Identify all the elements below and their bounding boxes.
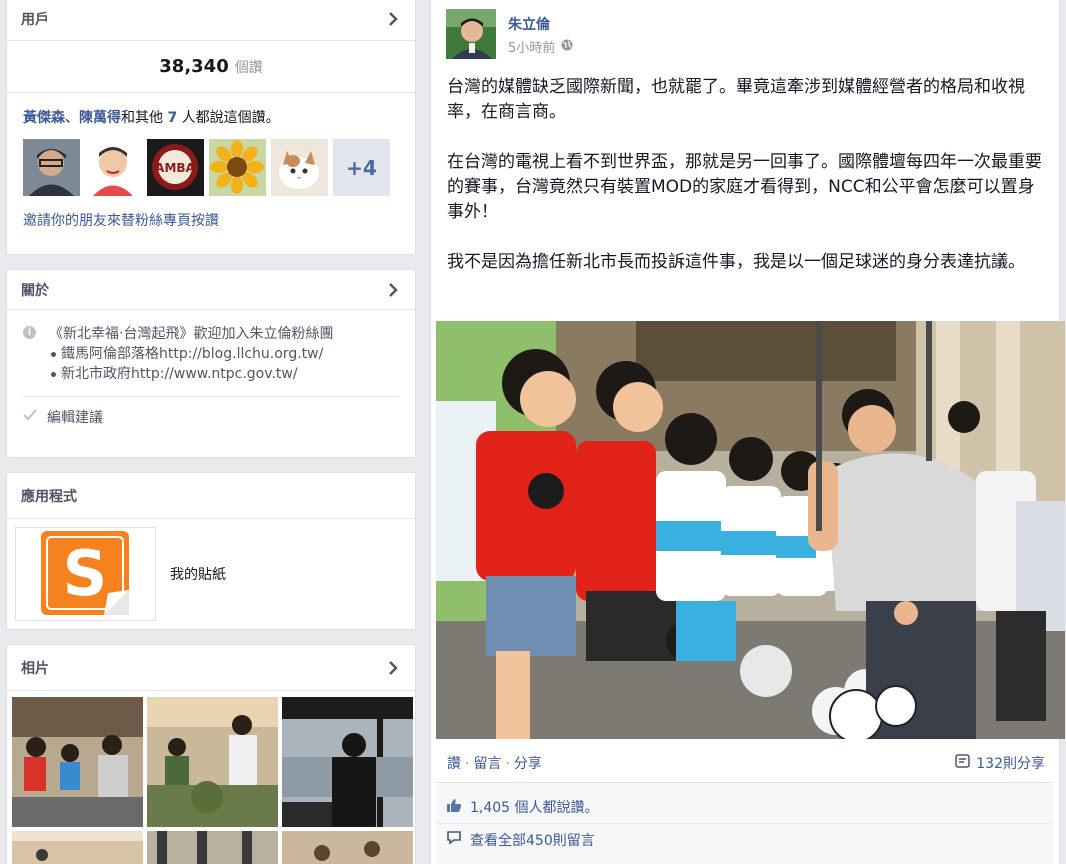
- friend-avatar[interactable]: [85, 139, 142, 196]
- blog-link[interactable]: 鐵馬阿倫部落格http://blog.llchu.org.tw/: [49, 344, 399, 364]
- sticker-app-icon[interactable]: S: [15, 527, 156, 621]
- edit-suggestion-button[interactable]: 編輯建議: [7, 397, 415, 427]
- likes-summary[interactable]: 1,405 個人都說讚。: [470, 797, 599, 817]
- friend-avatar[interactable]: [271, 139, 328, 196]
- friends-like-sentence: 黃傑森、陳萬得和其他 7 人都說這個讚。: [7, 93, 415, 127]
- invite-friends-link[interactable]: 邀請你的朋友來替粉絲專頁按讚: [7, 196, 415, 230]
- others-count-link[interactable]: 7: [167, 110, 177, 126]
- svg-text:S: S: [62, 537, 107, 610]
- feedback-area: 1,405 個人都說讚。 查看全部450則留言: [436, 782, 1053, 864]
- likes-card-header[interactable]: 用戶: [7, 0, 415, 41]
- apps-card-header: 應用程式: [7, 473, 415, 519]
- post-header: 朱立倫 5小時前: [431, 0, 1059, 63]
- comment-button[interactable]: 留言: [473, 756, 501, 772]
- likes-card: 用戶 38,340 個讚 黃傑森、陳萬得和其他 7 人都說這個讚。 AMBA +4…: [6, 0, 416, 255]
- author-avatar[interactable]: [446, 9, 496, 59]
- globe-icon: [561, 39, 573, 55]
- likes-summary-row[interactable]: 1,405 個人都說讚。: [436, 791, 1053, 823]
- edit-suggestion-label: 編輯建議: [47, 410, 103, 426]
- photo-thumbnail[interactable]: [147, 697, 278, 827]
- comments-summary-row[interactable]: 查看全部450則留言: [436, 823, 1053, 855]
- about-card: 關於 i 《新北幸福‧台灣起飛》歡迎加入朱立倫粉絲團 鐵馬阿倫部落格http:/…: [6, 269, 416, 458]
- photo-thumbnail[interactable]: [12, 831, 143, 864]
- about-description: 《新北幸福‧台灣起飛》歡迎加入朱立倫粉絲團: [49, 326, 334, 342]
- photos-card-header[interactable]: 相片: [7, 645, 415, 691]
- friends-suffix: 人都說這個讚。: [181, 110, 280, 126]
- photos-card: 相片: [6, 644, 416, 864]
- share-count-label[interactable]: 132則分享: [976, 753, 1045, 773]
- svg-text:AMBA: AMBA: [155, 161, 195, 175]
- apps-card: 應用程式 S 我的貼紙: [6, 472, 416, 630]
- post-action-links: 讚 · 留言 · 分享: [447, 753, 542, 773]
- action-separator: ·: [505, 756, 510, 772]
- like-count: 38,340 個讚: [7, 41, 415, 93]
- about-body: i 《新北幸福‧台灣起飛》歡迎加入朱立倫粉絲團 鐵馬阿倫部落格http://bl…: [7, 310, 415, 384]
- like-button[interactable]: 讚: [447, 756, 461, 772]
- post-timestamp[interactable]: 5小時前: [508, 37, 573, 56]
- post-time[interactable]: 5小時前: [508, 37, 555, 56]
- share-button[interactable]: 分享: [514, 756, 542, 772]
- post-body: 台灣的媒體缺乏國際新聞，也就罷了。畢竟這牽涉到媒體經營者的格局和收視率，在商言商…: [431, 63, 1059, 275]
- share-icon: [955, 754, 971, 772]
- friend-avatar[interactable]: [23, 139, 80, 196]
- info-icon: i: [23, 326, 36, 339]
- friend-link-1[interactable]: 黃傑森: [23, 110, 65, 126]
- and-others-text: 和其他: [121, 110, 163, 126]
- more-friends-badge[interactable]: +4: [333, 139, 390, 196]
- apps-card-title: 應用程式: [21, 488, 77, 505]
- post-actions: 讚 · 留言 · 分享 132則分享: [447, 753, 1045, 773]
- share-count[interactable]: 132則分享: [955, 753, 1045, 773]
- friend-link-2[interactable]: 陳萬得: [79, 110, 121, 126]
- app-item[interactable]: S 我的貼紙: [7, 519, 415, 629]
- photo-thumbnail[interactable]: [147, 831, 278, 864]
- photo-thumbnail[interactable]: [282, 831, 413, 864]
- checkmark-icon: [23, 409, 37, 425]
- view-all-comments-link[interactable]: 查看全部450則留言: [470, 830, 595, 850]
- comment-bubble-icon: [446, 830, 462, 849]
- like-count-unit: 個讚: [234, 60, 263, 76]
- post-paragraph-3: 我不是因為擔任新北市長而投訴這件事，我是以一個足球迷的身分表達抗議。: [447, 252, 1025, 272]
- friend-avatar[interactable]: [209, 139, 266, 196]
- government-link[interactable]: 新北市政府http://www.ntpc.gov.tw/: [49, 364, 399, 384]
- thumbs-up-icon: [446, 798, 462, 817]
- about-card-header[interactable]: 關於: [7, 270, 415, 310]
- post-paragraph-2: 在台灣的電視上看不到世界盃，那就是另一回事了。國際體壇每四年一次最重要的賽事，台…: [447, 152, 1042, 222]
- action-separator: ·: [465, 756, 470, 772]
- friend-separator: 、: [65, 110, 79, 126]
- friend-avatar[interactable]: AMBA: [147, 139, 204, 196]
- post-author-name[interactable]: 朱立倫: [508, 14, 550, 34]
- photos-card-title: 相片: [21, 660, 49, 677]
- photo-grid: [7, 691, 415, 864]
- chevron-right-icon[interactable]: [385, 11, 401, 27]
- post-card: 朱立倫 5小時前 台灣的媒體缺乏國際新聞，也就罷了。畢竟這牽涉到媒體經營者的格局…: [430, 0, 1065, 864]
- friend-faces: AMBA +4: [7, 127, 415, 196]
- like-count-value: 38,340: [159, 56, 229, 77]
- chevron-right-icon[interactable]: [385, 282, 401, 298]
- app-name[interactable]: 我的貼紙: [170, 564, 226, 584]
- post-photo[interactable]: [436, 321, 1065, 739]
- post-paragraph-1: 台灣的媒體缺乏國際新聞，也就罷了。畢竟這牽涉到媒體經營者的格局和收視率，在商言商…: [447, 77, 1025, 122]
- likes-card-title: 用戶: [21, 11, 49, 28]
- chevron-right-icon[interactable]: [385, 660, 401, 676]
- photo-thumbnail[interactable]: [12, 697, 143, 827]
- photo-thumbnail[interactable]: [282, 697, 413, 827]
- about-card-title: 關於: [21, 282, 49, 299]
